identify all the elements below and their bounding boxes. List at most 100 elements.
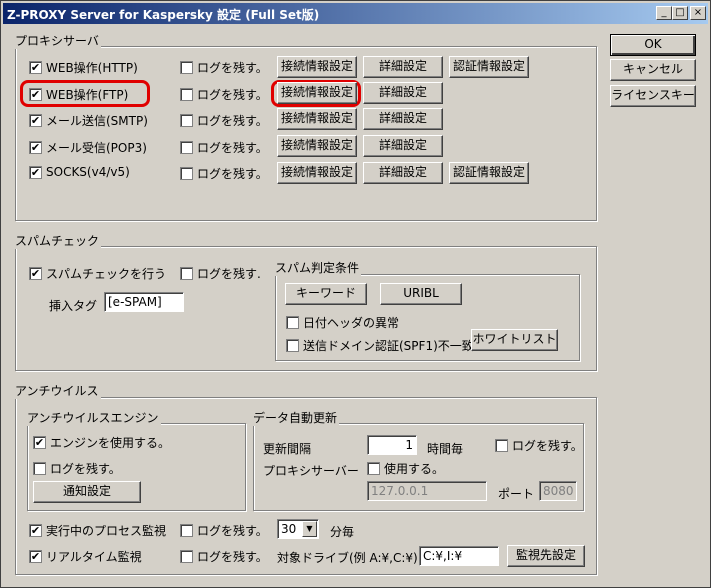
ftp-checkbox[interactable]: ✔ WEB操作(FTP) bbox=[29, 86, 128, 103]
insert-tag-label: 挿入タグ bbox=[49, 299, 98, 313]
proxy-server-label: プロキシサーバー bbox=[263, 464, 359, 478]
spam-enable-checkbox[interactable]: ✔ スパムチェックを行う bbox=[29, 265, 166, 282]
use-engine-checkbox[interactable]: ✔ エンジンを使用する。 bbox=[33, 434, 170, 451]
interval-unit: 時間毎 bbox=[427, 442, 464, 456]
keyword-button[interactable]: キーワード bbox=[285, 283, 367, 305]
auto-update-label: データ自動更新 bbox=[251, 409, 340, 426]
process-monitor-checkbox[interactable]: ✔ 実行中のプロセス監視 bbox=[29, 522, 166, 539]
license-key-button[interactable]: ライセンスキー bbox=[610, 85, 696, 107]
target-drive-label: 対象ドライブ(例 A:¥,C:¥) bbox=[277, 551, 418, 565]
realtime-monitor-checkbox[interactable]: ✔ リアルタイム監視 bbox=[29, 548, 142, 565]
port-input[interactable]: 8080 bbox=[539, 481, 577, 501]
port-label: ポート bbox=[498, 487, 535, 501]
checkmark-icon: ✔ bbox=[29, 267, 42, 280]
engine-log-checkbox[interactable]: ログを残す。 bbox=[33, 460, 121, 477]
checkmark-icon: ✔ bbox=[29, 165, 42, 179]
update-log-checkbox[interactable]: ログを残す。 bbox=[495, 437, 583, 454]
use-engine-label: エンジンを使用する。 bbox=[50, 436, 171, 450]
socks-auth-button[interactable]: 認証情報設定 bbox=[449, 162, 529, 184]
checkmark-icon: ✔ bbox=[29, 141, 42, 154]
spf-label: 送信ドメイン認証(SPF1)不一致 bbox=[303, 339, 474, 353]
spf-checkbox[interactable]: 送信ドメイン認証(SPF1)不一致 bbox=[286, 337, 474, 354]
proxy-use-label: 使用する。 bbox=[384, 462, 445, 476]
checkmark-icon: ✔ bbox=[33, 436, 46, 449]
minimize-icon[interactable]: _ bbox=[656, 6, 672, 20]
http-detail-button[interactable]: 詳細設定 bbox=[363, 56, 443, 78]
minutes-unit: 分毎 bbox=[330, 525, 355, 539]
chevron-down-icon[interactable]: ▼ bbox=[302, 521, 317, 537]
smtp-log-checkbox[interactable]: ログを残す。 bbox=[180, 112, 268, 129]
title-bar: Z-PROXY Server for Kaspersky 設定 (Full Se… bbox=[3, 3, 708, 24]
process-log-label: ログを残す。 bbox=[197, 524, 268, 538]
socks-checkbox[interactable]: ✔ SOCKS(v4/v5) bbox=[29, 165, 130, 179]
pop3-label: メール受信(POP3) bbox=[46, 141, 147, 155]
smtp-conn-button[interactable]: 接続情報設定 bbox=[277, 108, 357, 130]
minutes-select[interactable]: 30 ▼ bbox=[277, 519, 319, 539]
date-header-label: 日付ヘッダの異常 bbox=[303, 316, 400, 330]
ok-button[interactable]: OK bbox=[610, 34, 696, 56]
insert-tag-input[interactable]: [e-SPAM] bbox=[104, 292, 184, 312]
monitor-target-button[interactable]: 監視先設定 bbox=[507, 545, 585, 567]
whitelist-button[interactable]: ホワイトリスト bbox=[471, 329, 558, 351]
engine-group-label: アンチウイルスエンジン bbox=[25, 409, 161, 426]
checkmark-icon: ✔ bbox=[29, 114, 42, 127]
spam-group-label: スパムチェック bbox=[13, 232, 102, 249]
ftp-detail-button[interactable]: 詳細設定 bbox=[363, 82, 443, 104]
pop3-detail-button[interactable]: 詳細設定 bbox=[363, 135, 443, 157]
minutes-value: 30 bbox=[281, 522, 297, 536]
checkmark-icon: ✔ bbox=[29, 61, 42, 74]
proxy-host-input[interactable]: 127.0.0.1 bbox=[367, 481, 487, 501]
cancel-button[interactable]: キャンセル bbox=[610, 59, 696, 81]
maximize-icon[interactable]: □ bbox=[672, 6, 688, 20]
smtp-detail-button[interactable]: 詳細設定 bbox=[363, 108, 443, 130]
realtime-monitor-label: リアルタイム監視 bbox=[46, 550, 142, 564]
http-checkbox[interactable]: ✔ WEB操作(HTTP) bbox=[29, 59, 138, 76]
ftp-log-label: ログを残す。 bbox=[197, 88, 268, 102]
interval-input[interactable]: 1 bbox=[367, 435, 417, 455]
proxy-use-checkbox[interactable]: 使用する。 bbox=[367, 460, 444, 477]
socks-log-checkbox[interactable]: ログを残す。 bbox=[180, 165, 268, 182]
socks-conn-button[interactable]: 接続情報設定 bbox=[277, 162, 357, 184]
http-auth-button[interactable]: 認証情報設定 bbox=[449, 56, 529, 78]
smtp-label: メール送信(SMTP) bbox=[46, 114, 148, 128]
pop3-log-checkbox[interactable]: ログを残す。 bbox=[180, 139, 268, 156]
spam-log-checkbox[interactable]: ログを残す. bbox=[180, 265, 261, 282]
pop3-log-label: ログを残す。 bbox=[197, 141, 268, 155]
socks-log-label: ログを残す。 bbox=[197, 167, 268, 181]
ftp-log-checkbox[interactable]: ログを残す。 bbox=[180, 86, 268, 103]
update-log-label: ログを残す。 bbox=[512, 439, 583, 453]
spam-enable-label: スパムチェックを行う bbox=[46, 267, 167, 281]
process-log-checkbox[interactable]: ログを残す。 bbox=[180, 522, 268, 539]
http-label: WEB操作(HTTP) bbox=[46, 61, 138, 75]
notify-settings-button[interactable]: 通知設定 bbox=[33, 481, 141, 503]
http-log-label: ログを残す。 bbox=[197, 61, 268, 75]
spam-condition-label: スパム判定条件 bbox=[273, 259, 362, 276]
interval-label: 更新間隔 bbox=[263, 442, 312, 456]
socks-label: SOCKS(v4/v5) bbox=[46, 165, 130, 179]
date-header-checkbox[interactable]: 日付ヘッダの異常 bbox=[286, 314, 399, 331]
smtp-checkbox[interactable]: ✔ メール送信(SMTP) bbox=[29, 112, 148, 129]
spam-log-label: ログを残す. bbox=[197, 267, 261, 281]
checkmark-icon: ✔ bbox=[29, 88, 42, 101]
smtp-log-label: ログを残す。 bbox=[197, 114, 268, 128]
close-icon[interactable]: × bbox=[690, 6, 706, 20]
socks-detail-button[interactable]: 詳細設定 bbox=[363, 162, 443, 184]
uribl-button[interactable]: URIBL bbox=[380, 283, 462, 305]
process-monitor-label: 実行中のプロセス監視 bbox=[46, 524, 167, 538]
ftp-conn-button[interactable]: 接続情報設定 bbox=[277, 82, 357, 104]
http-conn-button[interactable]: 接続情報設定 bbox=[277, 56, 357, 78]
ftp-label: WEB操作(FTP) bbox=[46, 88, 129, 102]
antivirus-group-label: アンチウイルス bbox=[13, 382, 101, 399]
pop3-checkbox[interactable]: ✔ メール受信(POP3) bbox=[29, 139, 147, 156]
settings-window: Z-PROXY Server for Kaspersky 設定 (Full Se… bbox=[0, 0, 711, 588]
pop3-conn-button[interactable]: 接続情報設定 bbox=[277, 135, 357, 157]
window-title: Z-PROXY Server for Kaspersky 設定 (Full Se… bbox=[7, 8, 320, 22]
checkmark-icon: ✔ bbox=[29, 550, 42, 563]
http-log-checkbox[interactable]: ログを残す。 bbox=[180, 59, 268, 76]
engine-log-label: ログを残す。 bbox=[50, 462, 121, 476]
realtime-log-checkbox[interactable]: ログを残す。 bbox=[180, 548, 268, 565]
proxy-group-label: プロキシサーバ bbox=[13, 32, 101, 49]
realtime-log-label: ログを残す。 bbox=[197, 550, 268, 564]
target-drive-input[interactable]: C:¥,I:¥ bbox=[419, 546, 499, 566]
checkmark-icon: ✔ bbox=[29, 524, 42, 537]
